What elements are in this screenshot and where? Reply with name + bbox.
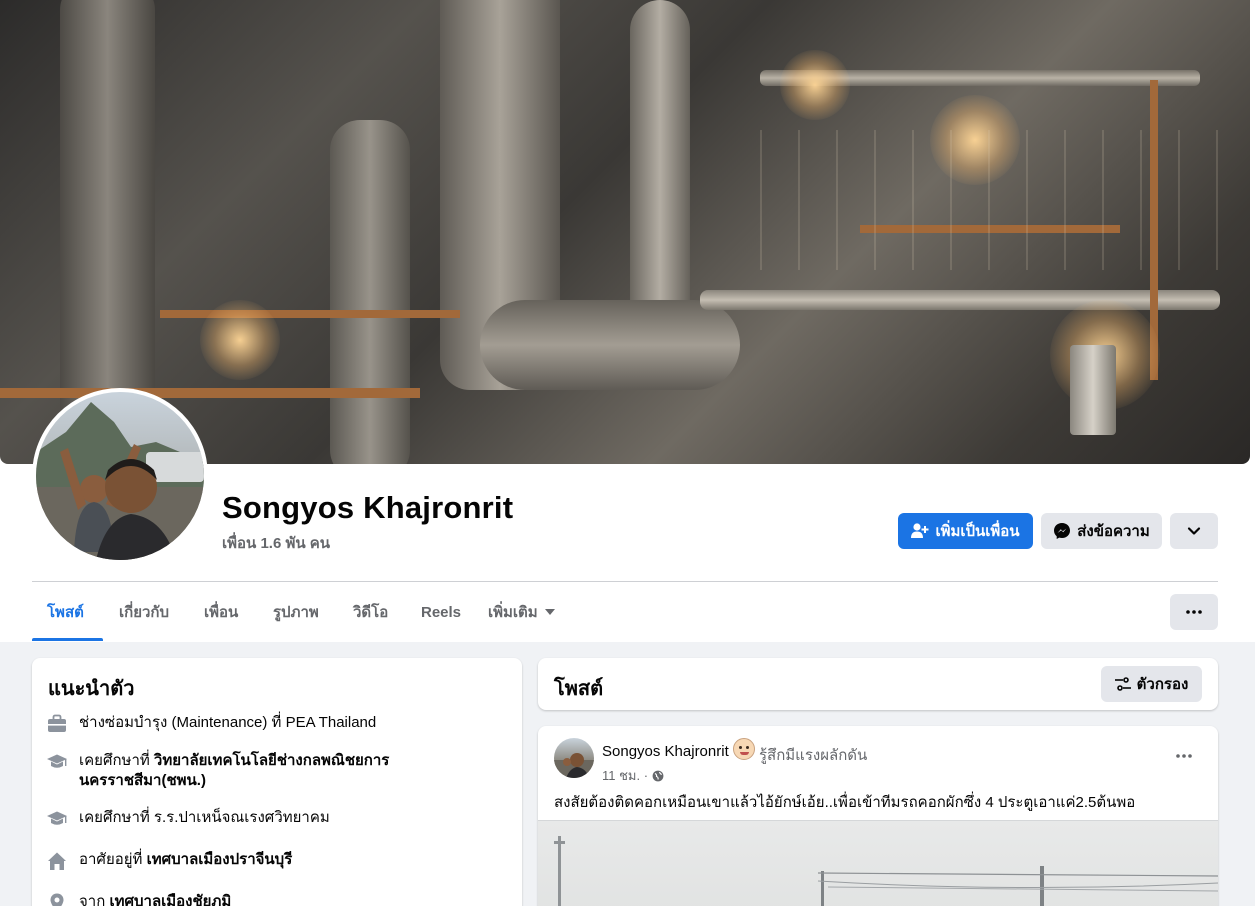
friends-count[interactable]: เพื่อน 1.6 พัน คน (222, 531, 330, 555)
intro-from-place[interactable]: เทศบาลเมืองชัยภูมิ (109, 893, 231, 906)
post-text: สงสัยต้องติดคอกเหมือนเขาแล้วไอ้ยักษ์เอ้ย… (554, 794, 1136, 811)
tab-label: รูปภาพ (273, 604, 319, 621)
ellipsis-icon (1186, 610, 1202, 614)
profile-name: Songyos Khajronrit (222, 490, 514, 525)
tab-photos[interactable]: รูปภาพ (273, 594, 319, 630)
post-author-avatar[interactable] (554, 738, 594, 778)
profile-header: Songyos Khajronrit เพื่อน 1.6 พัน คน เพิ… (0, 0, 1255, 642)
tab-label: Reels (421, 603, 462, 621)
filter-icon (1114, 677, 1131, 691)
add-person-icon (911, 523, 929, 538)
feeling-emoji-icon (733, 738, 755, 760)
intro-education-2: เคยศึกษาที่ ร.ร.ปาเหน็จณเรงศวิทยาคม (46, 808, 330, 830)
location-pin-icon (50, 893, 64, 906)
intro-edu1-prefix: เคยศึกษาที่ (79, 752, 154, 769)
tab-about[interactable]: เกี่ยวกับ (119, 594, 169, 630)
message-button[interactable]: ส่งข้อความ (1041, 513, 1162, 549)
intro-edu1-place-line2[interactable]: นครราชสีมา(ชพน.) (79, 772, 206, 789)
post-timestamp[interactable]: 11 ชม. · (602, 765, 664, 786)
post-options-button[interactable] (1166, 738, 1202, 774)
post-image[interactable] (538, 820, 1218, 906)
tab-options-button[interactable] (1170, 594, 1218, 630)
cover-photo[interactable] (0, 0, 1250, 464)
intro-from: จาก เทศบาลเมืองชัยภูมิ (46, 892, 231, 906)
intro-lives-in: อาศัยอยู่ที่ เทศบาลเมืองปราจีนบุรี (46, 850, 292, 872)
intro-lives-place[interactable]: เทศบาลเมืองปราจีนบุรี (147, 851, 293, 868)
tab-posts[interactable]: โพสต์ (47, 594, 84, 630)
caret-down-icon (544, 609, 555, 615)
intro-lives-prefix: อาศัยอยู่ที่ (79, 851, 147, 868)
graduation-cap-icon (47, 811, 67, 825)
tab-label: เพิ่มเติม (488, 604, 538, 621)
profile-options-button[interactable] (1170, 513, 1218, 549)
add-friend-button[interactable]: เพิ่มเป็นเพื่อน (898, 513, 1033, 549)
messenger-icon (1054, 523, 1071, 539)
tab-friends[interactable]: เพื่อน (204, 594, 238, 630)
home-icon (48, 852, 66, 870)
intro-title: แนะนำตัว (48, 678, 135, 700)
post-card: Songyos Khajronrit รู้สึกมีแรงผลักดัน 11… (538, 726, 1218, 906)
posts-title: โพสต์ (554, 678, 604, 700)
avatar[interactable] (36, 392, 204, 560)
add-friend-label: เพิ่มเป็นเพื่อน (935, 523, 1020, 540)
ellipsis-icon (1176, 754, 1192, 758)
filter-button[interactable]: ตัวกรอง (1101, 666, 1202, 702)
post-author-name[interactable]: Songyos Khajronrit (602, 743, 729, 760)
intro-edu2-text: เคยศึกษาที่ ร.ร.ปาเหน็จณเรงศวิทยาคม (79, 809, 330, 826)
briefcase-icon (48, 714, 66, 732)
intro-education-1: เคยศึกษาที่ วิทยาลัยเทคโนโลยีช่างกลพณิชย… (46, 751, 389, 791)
post-feeling: รู้สึกมีแรงผลักดัน (759, 747, 868, 764)
intro-card: แนะนำตัว ช่างซ่อมบำรุง (Maintenance) ที่… (32, 658, 522, 906)
graduation-cap-icon (47, 754, 67, 768)
intro-edu1-place-line1[interactable]: วิทยาลัยเทคโนโลยีช่างกลพณิชยการ (154, 752, 389, 769)
intro-from-prefix: จาก (79, 893, 110, 906)
header-divider (32, 581, 1218, 582)
posts-header-card: โพสต์ ตัวกรอง (538, 658, 1218, 710)
tab-label: เกี่ยวกับ (119, 604, 170, 621)
tab-label: โพสต์ (47, 604, 84, 621)
intro-work-text: ช่างซ่อมบำรุง (Maintenance) ที่ PEA Thai… (79, 714, 377, 731)
tab-reels[interactable]: Reels (421, 594, 461, 630)
post-time-text: 11 ชม. · (602, 768, 649, 783)
tab-label: เพื่อน (204, 604, 239, 621)
chevron-down-icon (1187, 527, 1201, 535)
active-tab-indicator (32, 638, 103, 641)
tab-more[interactable]: เพิ่มเติม (488, 594, 555, 630)
globe-icon (652, 770, 664, 781)
tab-label: วิดีโอ (353, 604, 389, 621)
intro-work: ช่างซ่อมบำรุง (Maintenance) ที่ PEA Thai… (46, 713, 376, 735)
tab-videos[interactable]: วิดีโอ (353, 594, 388, 630)
filter-label: ตัวกรอง (1136, 676, 1189, 693)
message-label: ส่งข้อความ (1077, 523, 1150, 540)
